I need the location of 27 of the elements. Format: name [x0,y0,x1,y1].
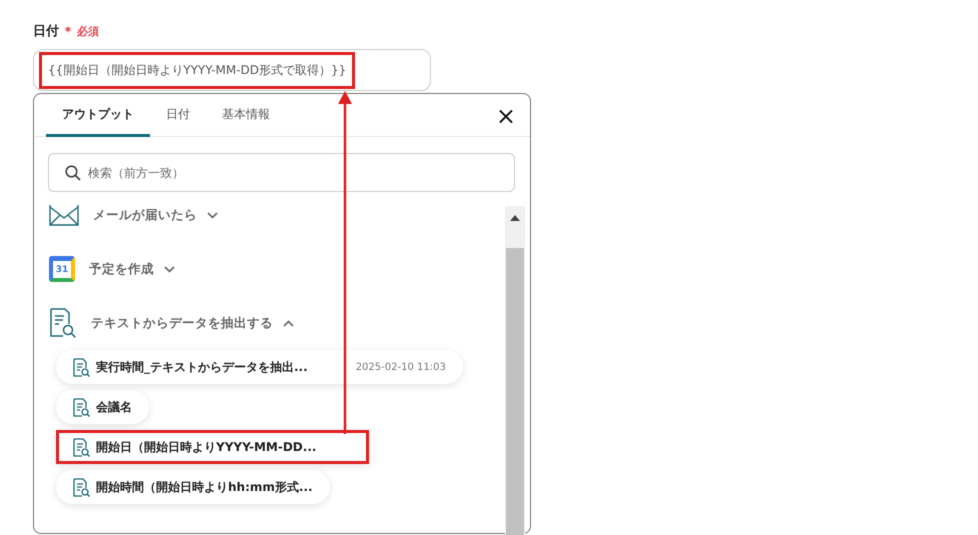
scroll-up-icon[interactable] [510,215,520,221]
group-header[interactable]: 予定を作成 [89,260,175,278]
document-search-icon [73,478,90,496]
date-input-field[interactable]: {{開始日（開始日時よりYYYY-MM-DD形式で取得）}} [33,49,431,91]
document-search-icon [73,358,90,376]
document-search-icon [49,308,77,338]
field-value: {{開始日（開始日時よりYYYY-MM-DD形式で取得）}} [39,52,356,88]
tab[interactable]: 日付 [150,94,206,137]
search-field[interactable]: 検索（前方一致） [48,153,515,192]
output-item[interactable]: 開始日（開始日時よりYYYY-MM-DD... [56,430,369,464]
calendar-date: 31 [56,264,68,274]
tab[interactable]: アウトプット [46,94,150,137]
document-search-icon [73,438,90,456]
required-mark: ＊ [62,22,74,40]
scrollbar-thumb[interactable] [506,248,524,535]
output-item[interactable]: 実行時間_テキストからデータを抽出... 2025-02-10 11:03 [56,350,463,384]
group-header[interactable]: テキストからデータを抽出する [91,314,294,332]
envelope-icon [49,204,79,226]
close-button[interactable]: × [496,106,516,126]
output-item[interactable]: 開始時間（開始日時よりhh:mm形式... [56,470,330,504]
tab[interactable]: 基本情報 [206,94,286,137]
required-label: 必須 [77,24,99,38]
document-search-icon [73,398,90,416]
output-item[interactable]: 会議名 [56,390,149,424]
field-label: 日付 [33,23,59,40]
group-header[interactable]: メールが届いたら [93,206,218,224]
scrollbar[interactable] [505,206,525,535]
